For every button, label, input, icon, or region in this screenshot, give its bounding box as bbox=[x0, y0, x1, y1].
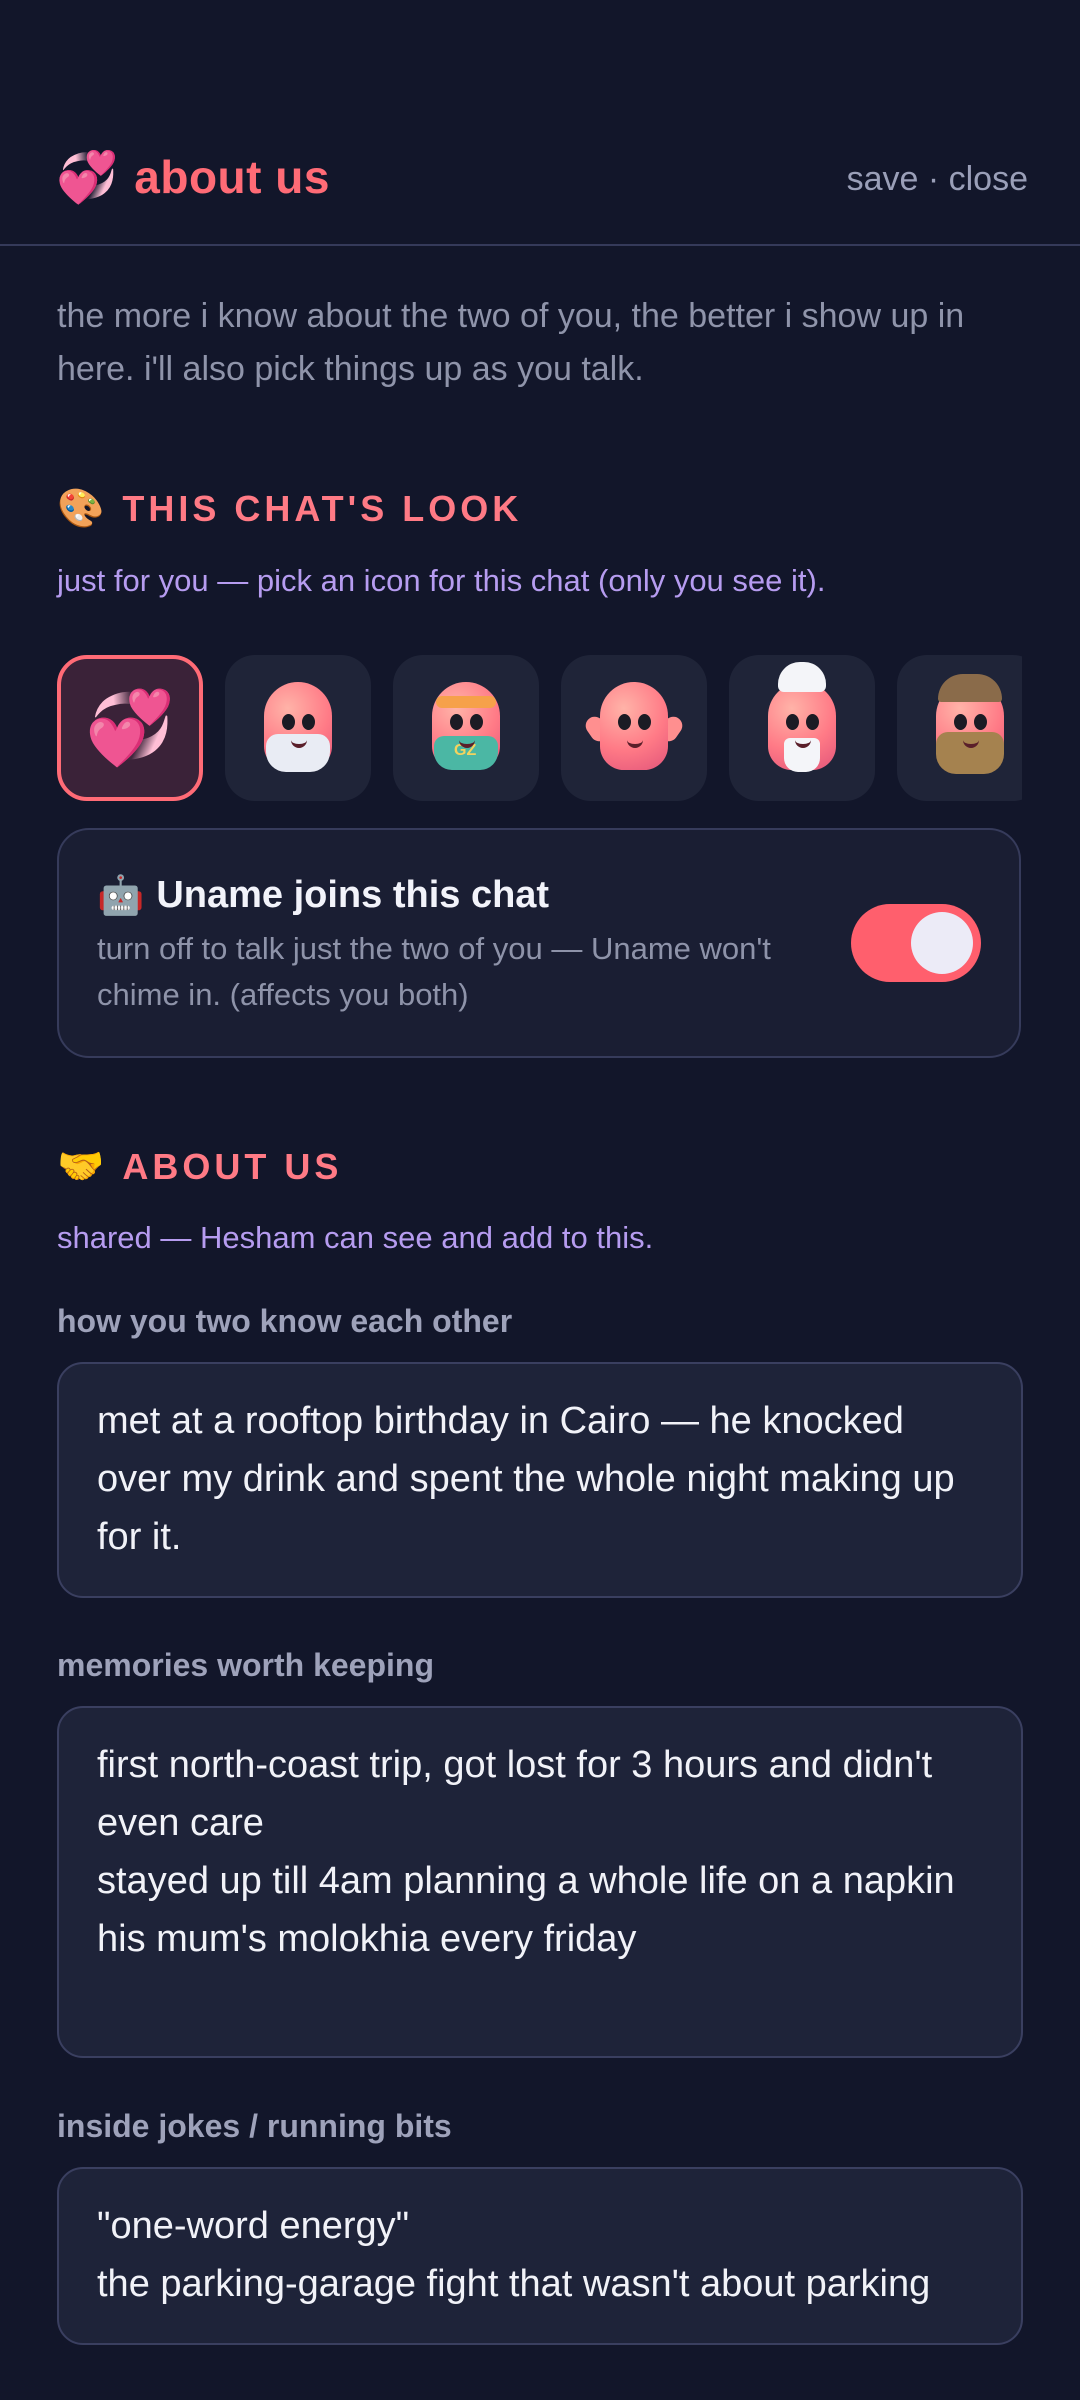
sporty-mascot-icon: GZ bbox=[420, 676, 512, 780]
chat-icon-option-astronaut[interactable] bbox=[225, 655, 371, 801]
action-separator: · bbox=[918, 160, 949, 198]
handshake-icon: 🤝 bbox=[57, 1146, 105, 1188]
chat-icon-option-sporty[interactable]: GZ bbox=[393, 655, 539, 801]
chat-icon-picker: 💞 GZ bbox=[57, 655, 1022, 801]
about-us-screen: 💞 about us save · close the more i know … bbox=[0, 0, 1080, 2400]
chat-icon-option-detective[interactable] bbox=[897, 655, 1022, 801]
memories-field[interactable]: first north-coast trip, got lost for 3 h… bbox=[57, 1706, 1023, 2058]
how-you-know-label: how you two know each other bbox=[57, 1303, 513, 1339]
astronaut-mascot-icon bbox=[252, 676, 344, 780]
detective-mascot-icon bbox=[924, 674, 1016, 780]
about-section-header: 🤝 ABOUT US bbox=[57, 1146, 342, 1188]
how-you-know-field[interactable]: met at a rooftop birthday in Cairo — he … bbox=[57, 1362, 1023, 1598]
chef-mascot-icon bbox=[756, 662, 848, 780]
memories-label: memories worth keeping bbox=[57, 1647, 434, 1683]
save-button[interactable]: save bbox=[847, 160, 919, 198]
palette-icon: 🎨 bbox=[57, 488, 105, 530]
toggle-title-wrap: 🤖 Uname joins this chat bbox=[97, 874, 549, 917]
look-section-subtitle: just for you — pick an icon for this cha… bbox=[57, 563, 826, 598]
about-section-subtitle: shared — Hesham can see and add to this. bbox=[57, 1220, 654, 1255]
inside-jokes-field[interactable]: "one-word energy" the parking-garage fig… bbox=[57, 2167, 1023, 2345]
two-hearts-icon: 💞 bbox=[85, 688, 175, 768]
happy-mascot-icon bbox=[582, 676, 686, 780]
header: 💞 about us save · close bbox=[0, 0, 1080, 246]
uname-joins-toggle[interactable] bbox=[851, 904, 981, 982]
two-hearts-icon: 💞 bbox=[56, 149, 119, 205]
uname-toggle-card: 🤖 Uname joins this chat turn off to talk… bbox=[57, 828, 1021, 1058]
chat-icon-option-happy[interactable] bbox=[561, 655, 707, 801]
toggle-knob bbox=[911, 912, 973, 974]
title-wrap: 💞 about us bbox=[56, 150, 330, 204]
look-section-title: THIS CHAT'S LOOK bbox=[122, 488, 523, 529]
robot-icon: 🤖 bbox=[97, 874, 145, 917]
header-actions: save · close bbox=[847, 160, 1028, 199]
about-section-title: ABOUT US bbox=[122, 1146, 343, 1187]
chat-icon-option-hearts[interactable]: 💞 bbox=[57, 655, 203, 801]
look-section-header: 🎨 THIS CHAT'S LOOK bbox=[57, 488, 522, 530]
chat-icon-option-chef[interactable] bbox=[729, 655, 875, 801]
toggle-description: turn off to talk just the two of you — U… bbox=[97, 931, 771, 1012]
close-button[interactable]: close bbox=[949, 160, 1028, 198]
intro-text: the more i know about the two of you, th… bbox=[57, 297, 965, 388]
inside-jokes-label: inside jokes / running bits bbox=[57, 2108, 452, 2144]
page-title: about us bbox=[134, 151, 330, 203]
toggle-title: Uname joins this chat bbox=[156, 874, 550, 916]
